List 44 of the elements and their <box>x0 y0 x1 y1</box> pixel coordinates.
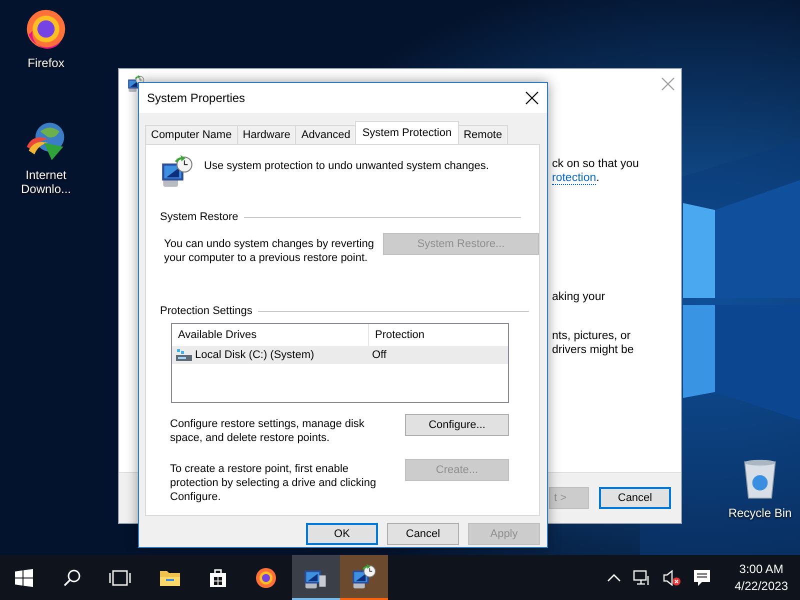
table-cell-text: Off <box>371 349 388 361</box>
description-text: You can undo system changes by reverting your computer to a previous restore point. <box>164 237 374 265</box>
description-text: ck on so that you <box>552 157 640 171</box>
drive-icon <box>176 349 192 361</box>
group-heading: Protection Settings <box>160 305 252 317</box>
link[interactable]: rotection <box>552 172 596 185</box>
task-view-icon <box>109 570 131 586</box>
computer-clock-icon <box>160 155 194 189</box>
link-text: rotection. <box>552 171 600 185</box>
folder-icon <box>159 568 181 586</box>
table-cell: Local Disk (C:) (System) <box>195 349 314 361</box>
chevron-up-icon[interactable] <box>606 572 621 582</box>
clock[interactable]: 3:00 AM 4/22/2023 <box>728 560 794 594</box>
dialog-button[interactable]: Configure... <box>405 414 509 436</box>
tab[interactable]: Remote <box>458 125 508 144</box>
desktop-icon-label[interactable]: Internet Downlo... <box>13 168 79 196</box>
tab[interactable]: Computer Name <box>145 125 238 144</box>
desktop-icon-label[interactable]: Firefox <box>13 56 79 70</box>
network-icon[interactable] <box>632 570 651 586</box>
description-text: Configure restore settings, manage disk space, and delete restore points. <box>170 417 366 445</box>
close-icon[interactable] <box>525 91 539 105</box>
computer-clock-icon <box>351 564 377 590</box>
dialog-button[interactable]: OK <box>306 523 378 545</box>
description-text: drivers might be <box>552 343 635 357</box>
description-text: To create a restore point, first enable protection by selecting a drive and clicking Configure. <box>170 462 378 504</box>
volume-muted-icon[interactable] <box>662 570 681 586</box>
intro-text: Use system protection to undo unwanted system changes. <box>204 160 489 172</box>
description-text: aking your <box>552 290 606 304</box>
dialog-button[interactable]: Cancel <box>599 487 671 509</box>
notifications-icon[interactable] <box>692 568 711 586</box>
firefox-icon <box>254 566 278 590</box>
dialog-button[interactable]: Cancel <box>387 523 459 545</box>
group-heading: System Restore <box>160 211 238 223</box>
description-text: nts, pictures, or <box>552 329 632 343</box>
column-header[interactable]: Available Drives <box>172 324 368 346</box>
taskbar-button[interactable] <box>292 555 340 600</box>
search-icon <box>63 568 81 586</box>
shopping-bag-icon <box>209 568 227 588</box>
tab[interactable]: System Protection <box>355 121 459 144</box>
drive-row[interactable]: Local Disk (C:) (System) Off <box>172 346 508 364</box>
taskbar-button[interactable] <box>340 555 388 600</box>
desktop-icon-label[interactable]: Recycle Bin <box>727 506 793 520</box>
windows-logo-icon <box>15 568 33 586</box>
window-title: System Properties <box>147 91 246 105</box>
